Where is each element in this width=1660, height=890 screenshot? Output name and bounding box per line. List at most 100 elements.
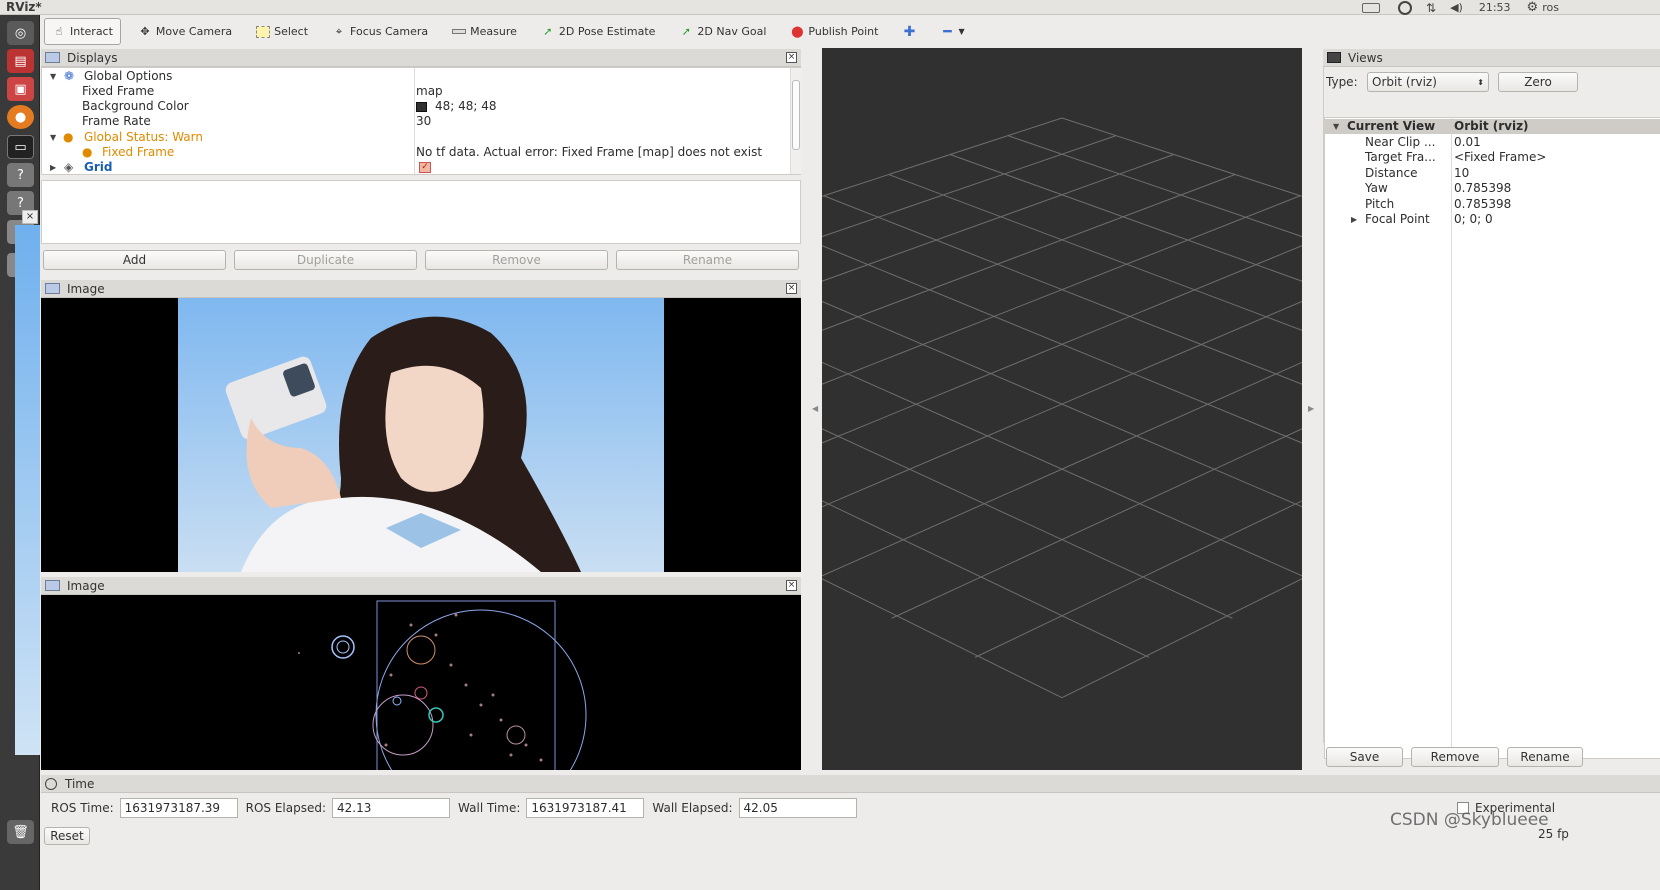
tree-scrollbar[interactable] <box>790 68 801 174</box>
tool-select[interactable]: Select <box>249 19 315 45</box>
duplicate-button[interactable]: Duplicate <box>234 250 417 270</box>
splitter-right-arrow[interactable]: ▶ <box>1308 404 1314 413</box>
tree-key: Fixed Frame <box>102 145 175 159</box>
close-icon[interactable]: × <box>22 210 38 224</box>
tree-value[interactable]: <Fixed Frame> <box>1454 150 1546 165</box>
network-icon[interactable] <box>1398 0 1412 15</box>
image-icon <box>45 580 60 591</box>
tree-label: Grid <box>84 160 113 174</box>
nav-arrow-icon: ➚ <box>681 25 692 38</box>
tree-row-distance[interactable]: Distance 10 <box>1325 166 1660 181</box>
reset-button[interactable]: Reset <box>44 827 90 845</box>
add-tool-button[interactable]: ✚ <box>895 19 923 45</box>
terminal-icon[interactable]: ▭ <box>7 135 34 159</box>
remove-tool-button[interactable]: ━ ▼ <box>933 19 971 45</box>
tree-value[interactable]: 0.785398 <box>1454 181 1511 196</box>
image-view <box>41 595 801 770</box>
tree-value[interactable]: 0; 0; 0 <box>1454 212 1493 227</box>
tool-focus-camera[interactable]: ⌖ Focus Camera <box>325 19 435 45</box>
transfer-icon[interactable]: ⇅ <box>1426 1 1436 15</box>
tool-measure[interactable]: Measure <box>445 19 524 45</box>
files-icon[interactable]: ▤ <box>7 49 34 73</box>
tree-row-yaw[interactable]: Yaw 0.785398 <box>1325 181 1660 196</box>
dropdown-value: Orbit (rviz) <box>1372 75 1437 89</box>
tree-row-global-options[interactable]: ▼ ❁ Global Options <box>42 69 790 84</box>
volume-icon[interactable]: ◀) <box>1450 1 1463 14</box>
gear-icon[interactable]: ⚙ <box>1527 0 1539 15</box>
grid-line <box>822 174 1236 331</box>
tool-publish-point[interactable]: ⬤ Publish Point <box>783 19 885 45</box>
time-fields: ROS Time: 1631973187.39 ROS Elapsed: 42.… <box>51 798 857 818</box>
save-button[interactable]: Save <box>1326 747 1403 767</box>
tool-2d-pose-estimate[interactable]: ➚ 2D Pose Estimate <box>534 19 663 45</box>
close-icon[interactable]: × <box>786 52 797 63</box>
tree-row-grid[interactable]: ▶ ◈ Grid ✓ <box>42 160 790 175</box>
tree-row-current-view[interactable]: ▼ Current View Orbit (rviz) <box>1325 119 1660 134</box>
time-title-bar: Time <box>41 775 1660 793</box>
grid-line <box>822 117 1063 197</box>
tree-row-frame-rate[interactable]: Frame Rate 30 <box>42 114 790 129</box>
close-icon[interactable]: × <box>786 580 797 591</box>
rename-button[interactable]: Rename <box>616 250 799 270</box>
firefox-icon[interactable]: ● <box>7 105 34 129</box>
grid-line <box>888 174 1302 331</box>
tree-value[interactable]: 48; 48; 48 <box>435 99 497 114</box>
tree-row-background-color[interactable]: Background Color 48; 48; 48 <box>42 99 790 114</box>
tree-value: No tf data. Actual error: Fixed Frame [m… <box>416 145 763 159</box>
tree-row-pitch[interactable]: Pitch 0.785398 <box>1325 197 1660 212</box>
tree-value[interactable]: 0.01 <box>1454 135 1481 150</box>
rename-view-button[interactable]: Rename <box>1507 747 1583 767</box>
clock[interactable]: 21:53 <box>1479 1 1511 14</box>
tree-row-near-clip[interactable]: Near Clip ... 0.01 <box>1325 135 1660 150</box>
close-icon[interactable]: × <box>786 283 797 294</box>
tool-label: Publish Point <box>808 25 879 38</box>
tree-key: Target Fra... <box>1365 150 1436 164</box>
tool-interact[interactable]: ☝ Interact <box>44 18 121 45</box>
tree-row-focal-point[interactable]: ▶ Focal Point 0; 0; 0 <box>1325 212 1660 227</box>
tree-row-target-frame[interactable]: Target Fra... <Fixed Frame> <box>1325 150 1660 165</box>
expand-arrow-icon[interactable]: ▼ <box>50 69 56 84</box>
collapse-arrow-icon[interactable]: ▶ <box>50 160 56 175</box>
image-view <box>41 298 801 572</box>
expand-arrow-icon[interactable]: ▼ <box>1333 119 1339 134</box>
dash-icon[interactable]: ◎ <box>7 21 34 45</box>
presentation-icon[interactable]: ▣ <box>7 77 34 101</box>
expand-arrow-icon[interactable]: ▼ <box>50 130 56 145</box>
wall-elapsed-field[interactable]: 42.05 <box>738 798 857 818</box>
tool-move-camera[interactable]: ✥ Move Camera <box>131 19 239 45</box>
display-description-box <box>41 180 801 244</box>
color-swatch[interactable] <box>416 102 427 112</box>
tree-row-status-fixed-frame[interactable]: ● Fixed Frame No tf data. Actual error: … <box>42 145 790 160</box>
tree-key: Focal Point <box>1365 212 1430 226</box>
tree-row-global-status[interactable]: ▼ ● Global Status: Warn <box>42 130 790 145</box>
trash-icon[interactable]: 🗑 <box>7 820 34 844</box>
ros-time-field[interactable]: 1631973187.39 <box>119 798 238 818</box>
help-icon[interactable]: ? <box>7 163 34 187</box>
view-type-dropdown[interactable]: Orbit (rviz) ⬍ <box>1367 72 1489 92</box>
tree-value[interactable]: map <box>416 84 443 99</box>
grid-line <box>822 428 1233 619</box>
type-label: Type: <box>1326 75 1358 89</box>
ros-elapsed-field[interactable]: 42.13 <box>332 798 451 818</box>
tree-value[interactable]: 10 <box>1454 166 1469 181</box>
wall-time-field[interactable]: 1631973187.41 <box>526 798 645 818</box>
tool-label: Focus Camera <box>350 25 429 38</box>
splitter-left-arrow[interactable]: ◀ <box>812 404 818 413</box>
hand-icon: ☝ <box>55 25 63 38</box>
watermark: CSDN @Skyblueee <box>1390 810 1549 830</box>
add-button[interactable]: Add <box>43 250 226 270</box>
views-panel: Views Type: Orbit (rviz) ⬍ Zero ▼ Curren… <box>1323 49 1660 769</box>
tree-row-fixed-frame[interactable]: Fixed Frame map <box>42 84 790 99</box>
tool-2d-nav-goal[interactable]: ➚ 2D Nav Goal <box>672 19 773 45</box>
remove-view-button[interactable]: Remove <box>1411 747 1499 767</box>
collapse-arrow-icon[interactable]: ▶ <box>1351 212 1357 227</box>
keyboard-icon[interactable] <box>1362 2 1380 13</box>
enabled-checkbox[interactable]: ✓ <box>419 162 431 173</box>
tree-value[interactable]: 30 <box>416 114 431 129</box>
zero-button[interactable]: Zero <box>1498 72 1578 92</box>
user-name[interactable]: ros <box>1542 1 1559 14</box>
render-3d-view[interactable] <box>822 48 1302 770</box>
remove-button[interactable]: Remove <box>425 250 608 270</box>
tree-key: Pitch <box>1365 197 1395 211</box>
tree-value[interactable]: 0.785398 <box>1454 197 1511 212</box>
